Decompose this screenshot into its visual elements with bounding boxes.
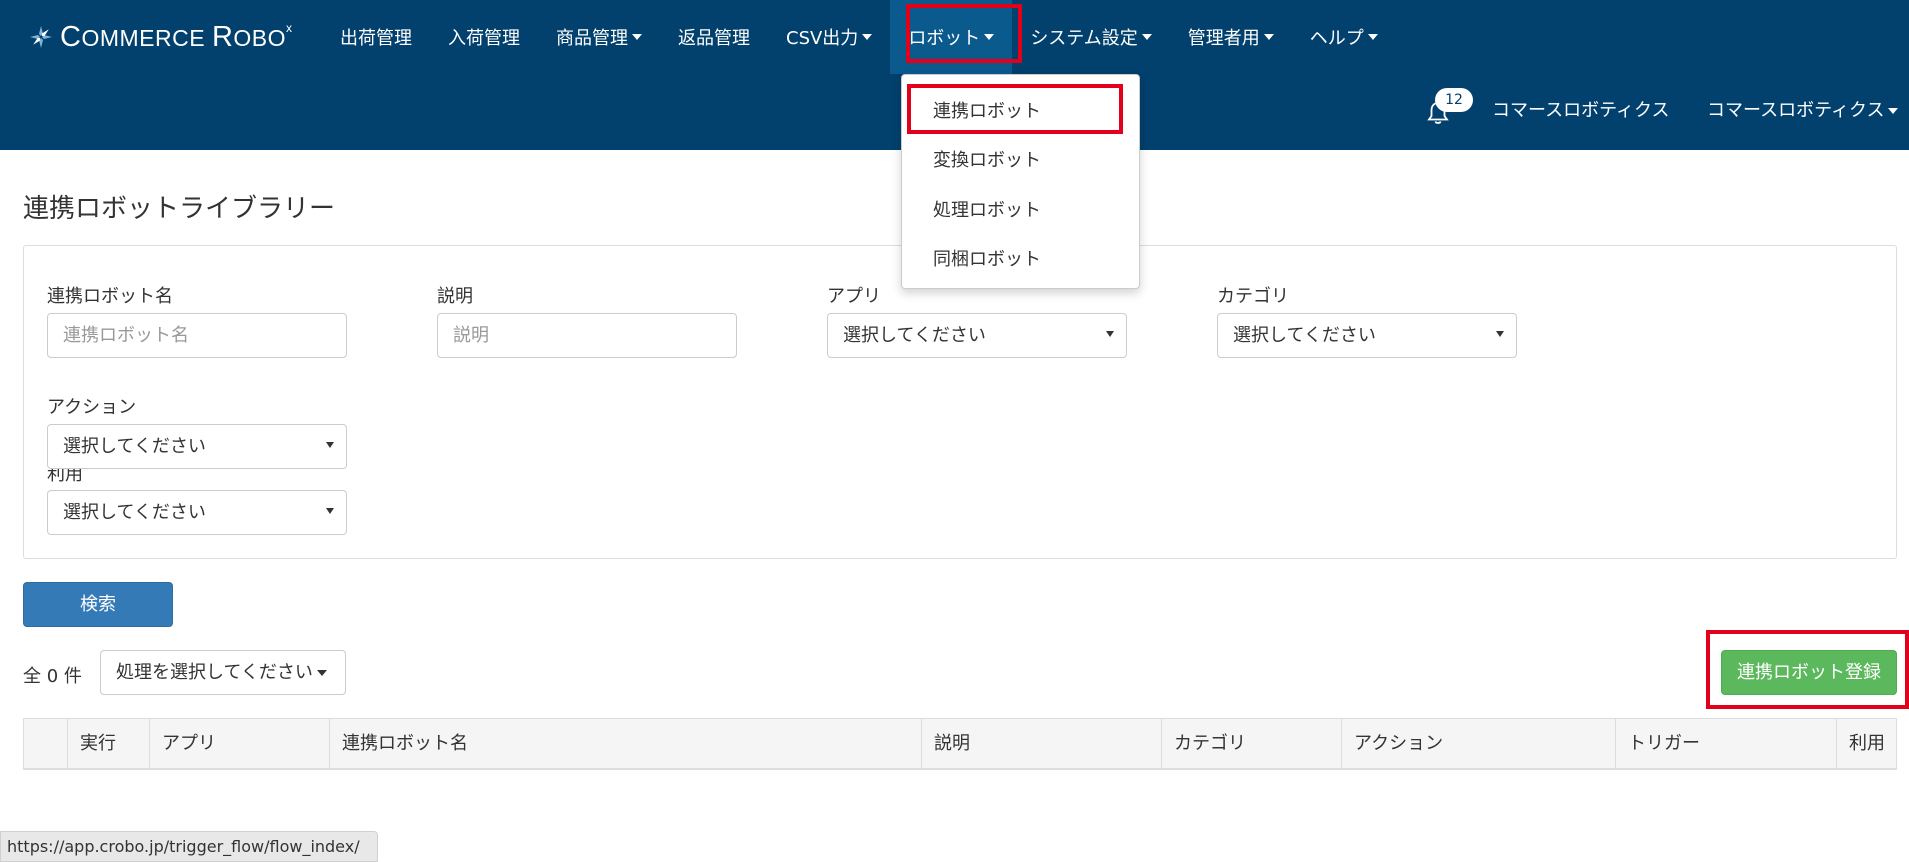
nav-label: ヘルプ — [1309, 28, 1364, 49]
logo-text: COMMERCE ROBOx — [60, 20, 293, 53]
nav-item-admin[interactable]: 管理者用 — [1170, 0, 1292, 74]
search-button[interactable]: 検索 — [23, 582, 173, 627]
caret-down-icon — [1141, 34, 1152, 40]
robot-table-header: 実行 アプリ 連携ロボット名 説明 カテゴリ アクション トリガー 利用 — [23, 718, 1897, 770]
app-select[interactable]: 選択してください — [827, 313, 1127, 358]
user-menu[interactable]: コマースロボティクス — [1707, 96, 1899, 122]
description-input[interactable]: 説明 — [437, 313, 737, 358]
main-nav: 出荷管理 入荷管理 商品管理 返品管理 CSV出力 ロボット システム設定 管理… — [322, 0, 1396, 74]
column-header-robot-name[interactable]: 連携ロボット名 — [329, 719, 921, 769]
caret-down-icon — [984, 34, 995, 40]
dropdown-item-processing-robot[interactable]: 処理ロボット — [933, 196, 1041, 222]
caret-down-icon — [1888, 108, 1899, 114]
action-label: アクション — [47, 397, 137, 418]
nav-item-robot[interactable]: ロボット — [890, 0, 1013, 74]
column-header-action[interactable]: アクション — [1341, 719, 1615, 769]
logo-mark-icon — [28, 24, 54, 50]
nav-label: CSV出力 — [786, 28, 859, 49]
caret-down-icon — [862, 34, 873, 40]
column-header-usage[interactable]: 利用 — [1836, 719, 1896, 769]
nav-label: 商品管理 — [556, 28, 628, 49]
nav-label: 出荷管理 — [340, 28, 412, 49]
commerce-robo-logo[interactable]: COMMERCE ROBOx — [28, 20, 293, 53]
nav-label: 管理者用 — [1187, 28, 1260, 49]
dropdown-item-conversion-robot[interactable]: 変換ロボット — [933, 146, 1041, 172]
select-all-column[interactable] — [24, 719, 67, 769]
usage-select[interactable]: 選択してください — [47, 490, 347, 535]
nav-label: システム設定 — [1030, 28, 1138, 49]
robot-dropdown-menu: 連携ロボット 変換ロボット 処理ロボット 同梱ロボット — [901, 74, 1140, 289]
select-arrow-icon — [326, 508, 334, 514]
caret-down-icon — [1263, 34, 1274, 40]
action-select-value: 選択してください — [63, 436, 206, 457]
robot-name-label: 連携ロボット名 — [47, 286, 173, 307]
nav-label: 入荷管理 — [448, 28, 520, 49]
nav-item-products[interactable]: 商品管理 — [538, 0, 660, 74]
app-label: アプリ — [827, 286, 881, 307]
register-linked-robot-button[interactable]: 連携ロボット登録 — [1721, 650, 1897, 695]
nav-item-shipping[interactable]: 出荷管理 — [322, 0, 430, 74]
notification-count-badge: 12 — [1435, 88, 1473, 112]
result-count: 全 0 件 — [23, 666, 82, 687]
app-select-value: 選択してください — [843, 325, 986, 346]
robot-name-input[interactable]: 連携ロボット名 — [47, 313, 347, 358]
nav-item-help[interactable]: ヘルプ — [1292, 0, 1396, 74]
link-preview-status-bar: https://app.crobo.jp/trigger_flow/flow_i… — [0, 831, 378, 862]
action-select[interactable]: 選択してください — [47, 424, 347, 469]
nav-item-returns[interactable]: 返品管理 — [660, 0, 768, 74]
column-header-run[interactable]: 実行 — [67, 719, 149, 769]
select-arrow-icon — [1106, 331, 1114, 337]
search-panel: 連携ロボット名 連携ロボット名 説明 説明 アプリ 選択してください カテゴリ … — [23, 245, 1897, 559]
nav-label: ロボット — [908, 28, 981, 49]
select-arrow-icon — [1496, 331, 1504, 337]
select-arrow-icon — [326, 442, 334, 448]
nav-item-system-settings[interactable]: システム設定 — [1012, 0, 1169, 74]
column-header-trigger[interactable]: トリガー — [1615, 719, 1836, 769]
company-link[interactable]: コマースロボティクス — [1492, 96, 1669, 122]
column-header-app[interactable]: アプリ — [149, 719, 329, 769]
column-header-category[interactable]: カテゴリ — [1161, 719, 1341, 769]
dropdown-item-bundle-robot[interactable]: 同梱ロボット — [933, 245, 1041, 271]
description-label: 説明 — [437, 286, 473, 307]
nav-item-csv-export[interactable]: CSV出力 — [768, 0, 890, 74]
usage-select-value: 選択してください — [63, 502, 206, 523]
column-header-description[interactable]: 説明 — [921, 719, 1161, 769]
category-select-value: 選択してください — [1233, 325, 1376, 346]
caret-down-icon — [632, 34, 642, 40]
category-label: カテゴリ — [1217, 286, 1289, 307]
bulk-action-value: 処理を選択してください — [116, 662, 313, 683]
caret-down-icon — [1367, 34, 1378, 40]
nav-item-receiving[interactable]: 入荷管理 — [430, 0, 538, 74]
nav-label: 返品管理 — [678, 28, 750, 49]
dropdown-item-linked-robot[interactable]: 連携ロボット — [933, 97, 1041, 123]
bulk-action-select[interactable]: 処理を選択してください — [100, 650, 346, 695]
page-title: 連携ロボットライブラリー — [23, 194, 336, 224]
caret-down-icon — [316, 670, 327, 676]
user-menu-label: コマースロボティクス — [1707, 100, 1885, 121]
category-select[interactable]: 選択してください — [1217, 313, 1517, 358]
